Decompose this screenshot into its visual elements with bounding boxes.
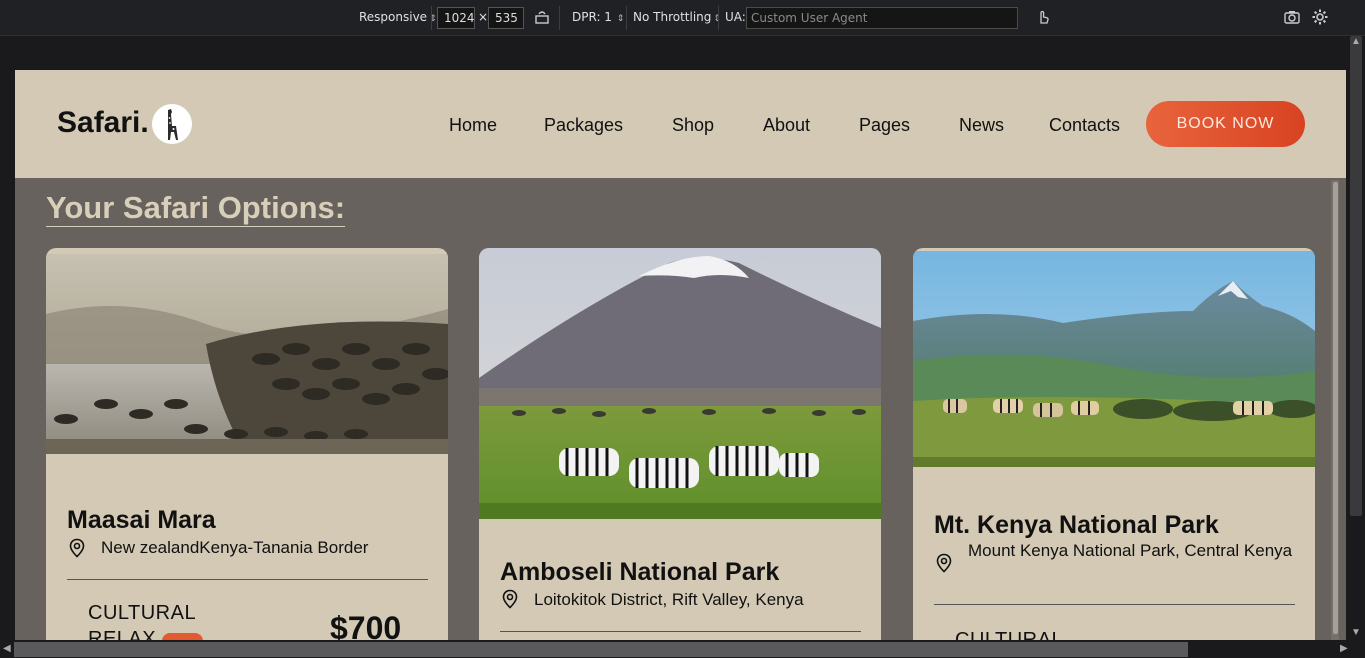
touch-icon[interactable] — [1033, 8, 1053, 28]
mount-kenya-zebras-image — [913, 251, 1315, 467]
settings-gear-icon[interactable] — [1310, 8, 1330, 28]
throttling-select[interactable]: No Throttling⇕ — [633, 10, 721, 24]
rotate-icon[interactable] — [532, 8, 552, 28]
card-divider — [934, 604, 1295, 605]
scroll-down-arrow-icon[interactable]: ▼ — [1351, 627, 1361, 638]
camera-icon-svg — [1284, 11, 1300, 24]
card-location: Mount Kenya National Park, Central Kenya — [968, 541, 1293, 560]
dpr-select[interactable]: DPR: 1 ⇕ — [572, 10, 624, 24]
scroll-up-arrow-icon[interactable]: ▲ — [1351, 36, 1361, 47]
scroll-right-arrow-icon[interactable]: ▶ — [1340, 643, 1348, 654]
nav-news[interactable]: News — [959, 115, 1004, 136]
card-title: Mt. Kenya National Park — [934, 511, 1219, 539]
card-divider — [67, 579, 428, 580]
location-pin-icon — [502, 589, 518, 609]
divider — [559, 6, 560, 30]
card-category-1: CULTURAL — [955, 629, 1064, 640]
nav-home[interactable]: Home — [449, 115, 497, 136]
section-title: Your Safari Options: — [46, 190, 346, 227]
location-pin-icon — [936, 553, 952, 573]
card-image-svg — [46, 254, 448, 454]
safari-card[interactable]: Maasai Mara New zealandKenya-Tanania Bor… — [46, 248, 448, 640]
card-location: Loitokitok District, Rift Valley, Kenya — [534, 590, 804, 609]
safari-card[interactable]: Amboseli National Park Loitokitok Distri… — [479, 248, 881, 640]
times-sign: × — [478, 10, 489, 24]
category-tag — [162, 633, 203, 640]
gear-icon-svg — [1312, 9, 1328, 25]
card-title: Maasai Mara — [67, 506, 216, 534]
card-location: New zealandKenya-Tanania Border — [101, 538, 369, 557]
horizontal-scrollbar-thumb[interactable] — [14, 642, 1188, 657]
screenshot-icon[interactable] — [1282, 8, 1302, 28]
ua-label: UA: — [725, 10, 746, 24]
kilimanjaro-zebras-image — [479, 248, 881, 519]
site-navbar: Safari. Home Packages Shop About Pages N… — [15, 70, 1346, 178]
card-category-1: CULTURAL — [88, 602, 197, 624]
touch-icon-svg — [1040, 10, 1049, 24]
device-select[interactable]: Responsive ⇕ — [359, 10, 437, 24]
card-price: $700 — [330, 610, 402, 640]
divider — [718, 6, 719, 30]
card-image-svg — [913, 251, 1315, 467]
site-logo[interactable]: Safari. — [57, 106, 149, 140]
throttling-label: No Throttling — [633, 10, 712, 24]
vertical-scrollbar-thumb[interactable] — [1350, 36, 1362, 516]
page-scrollbar-thumb[interactable] — [1333, 182, 1338, 634]
divider — [431, 6, 432, 30]
nav-shop[interactable]: Shop — [672, 115, 714, 136]
chevron-icon: ⇕ — [613, 14, 625, 24]
book-now-button[interactable]: BOOK NOW — [1146, 101, 1305, 147]
card-title: Amboseli National Park — [500, 558, 780, 586]
device-label: Responsive — [359, 10, 428, 24]
card-image-svg — [479, 248, 881, 519]
card-category-2: RELAX — [88, 628, 157, 640]
dpr-label: DPR: 1 — [572, 10, 612, 24]
width-input[interactable]: 1024 — [437, 7, 475, 29]
user-agent-input[interactable]: Custom User Agent — [746, 7, 1018, 29]
rotate-icon-svg — [535, 11, 549, 24]
giraffe-icon-svg — [168, 109, 178, 140]
height-input[interactable]: 535 — [488, 7, 524, 29]
scroll-left-arrow-icon[interactable]: ◀ — [3, 643, 11, 654]
nav-contacts[interactable]: Contacts — [1049, 115, 1120, 136]
wildebeest-migration-image — [46, 254, 448, 454]
divider — [626, 6, 627, 30]
safari-card[interactable]: Mt. Kenya National Park Mount Kenya Nati… — [913, 248, 1315, 640]
nav-packages[interactable]: Packages — [544, 115, 623, 136]
nav-pages[interactable]: Pages — [859, 115, 910, 136]
page-viewport: Safari. Home Packages Shop About Pages N… — [15, 70, 1346, 640]
devtools-toolbar: Responsive ⇕ 1024 × 535 DPR: 1 ⇕ No Throt… — [0, 0, 1365, 36]
card-divider — [500, 631, 861, 632]
nav-about[interactable]: About — [763, 115, 810, 136]
location-pin-icon — [69, 538, 85, 558]
giraffe-logo-icon — [152, 104, 192, 144]
